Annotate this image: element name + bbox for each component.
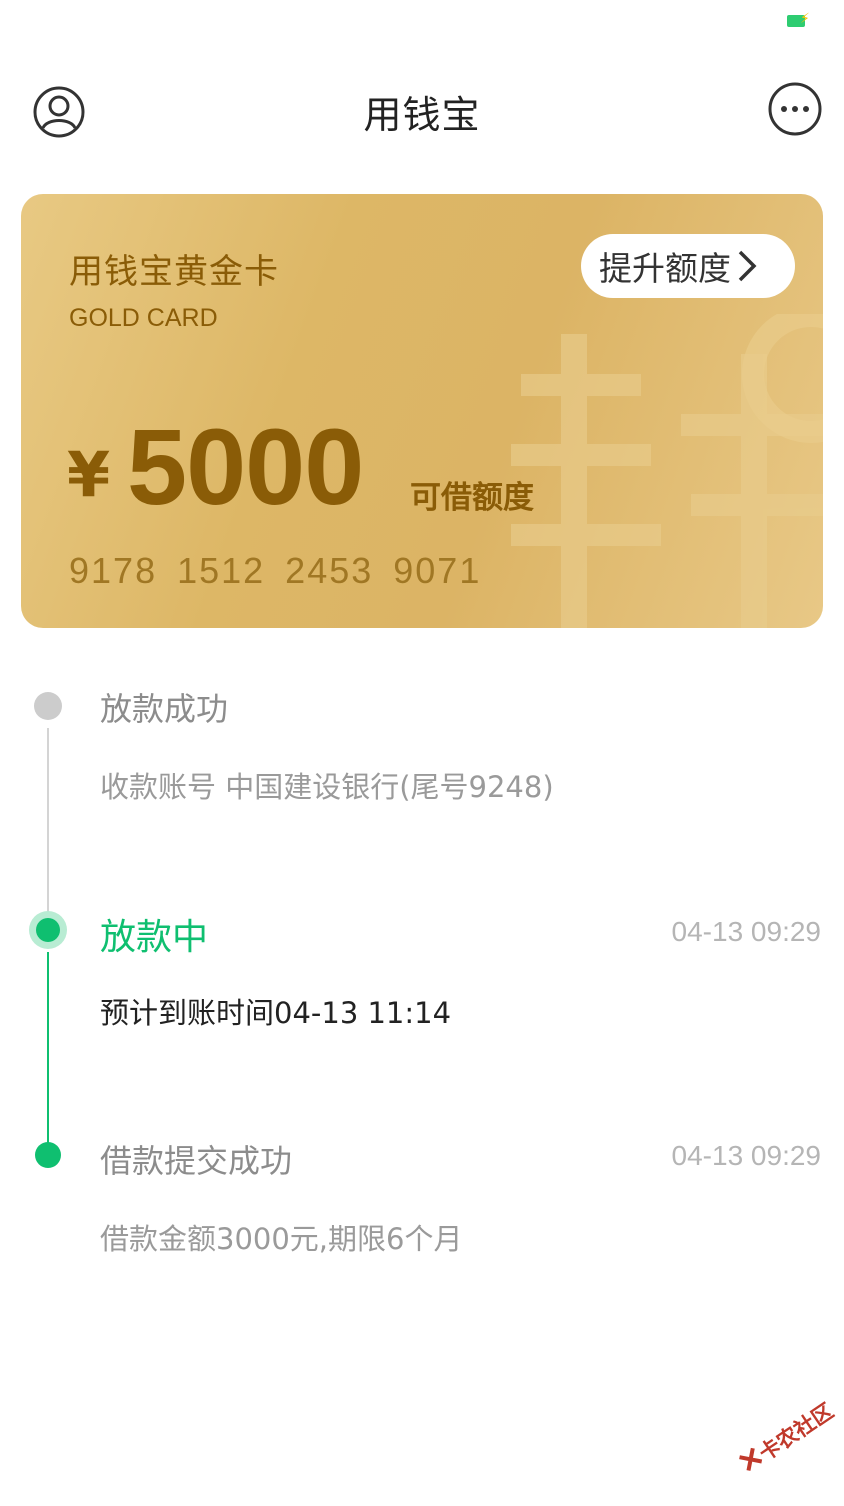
step-title: 放款中 (100, 917, 209, 958)
card-title: 用钱宝黄金卡 (69, 252, 279, 292)
chevron-right-icon (738, 250, 757, 282)
amount-value: 5000 (127, 406, 364, 527)
more-options-icon[interactable] (768, 82, 822, 136)
timeline-line (47, 952, 49, 1152)
page-title: 用钱宝 (363, 93, 481, 137)
step-description: 收款账号 中国建设银行(尾号9248) (100, 770, 554, 804)
step-description: 借款金额3000元,期限6个月 (100, 1222, 463, 1256)
step-dot-active (29, 911, 67, 949)
timeline-line (47, 728, 49, 928)
top-bar: 用钱宝 (0, 60, 844, 160)
step-dot-pending (34, 692, 62, 720)
currency-symbol: ¥ (67, 438, 111, 511)
step-title: 借款提交成功 (100, 1142, 293, 1180)
battery-charging-icon: ⚡ (787, 11, 810, 27)
amount-label: 可借额度 (410, 480, 534, 516)
step-time: 04-13 09:29 (671, 916, 821, 947)
raise-limit-button[interactable]: 提升额度 (581, 234, 795, 298)
money-watermark-icon (511, 314, 823, 628)
step-time: 04-13 09:29 (671, 1140, 821, 1171)
card-number: 9178 1512 2453 9071 (69, 550, 482, 591)
step-description: 预计到账时间04-13 11:14 (100, 996, 452, 1030)
community-watermark: 卡农社区 (724, 1384, 844, 1506)
watermark-text: 卡农社区 (754, 1398, 838, 1466)
step-title: 放款成功 (100, 690, 229, 728)
raise-limit-label: 提升额度 (599, 249, 731, 288)
card-subtitle: GOLD CARD (69, 304, 218, 332)
step-dot-done (35, 1142, 61, 1168)
gold-card[interactable]: 用钱宝黄金卡 GOLD CARD 提升额度 ¥ 5000 可借额度 9178 1… (21, 194, 823, 628)
